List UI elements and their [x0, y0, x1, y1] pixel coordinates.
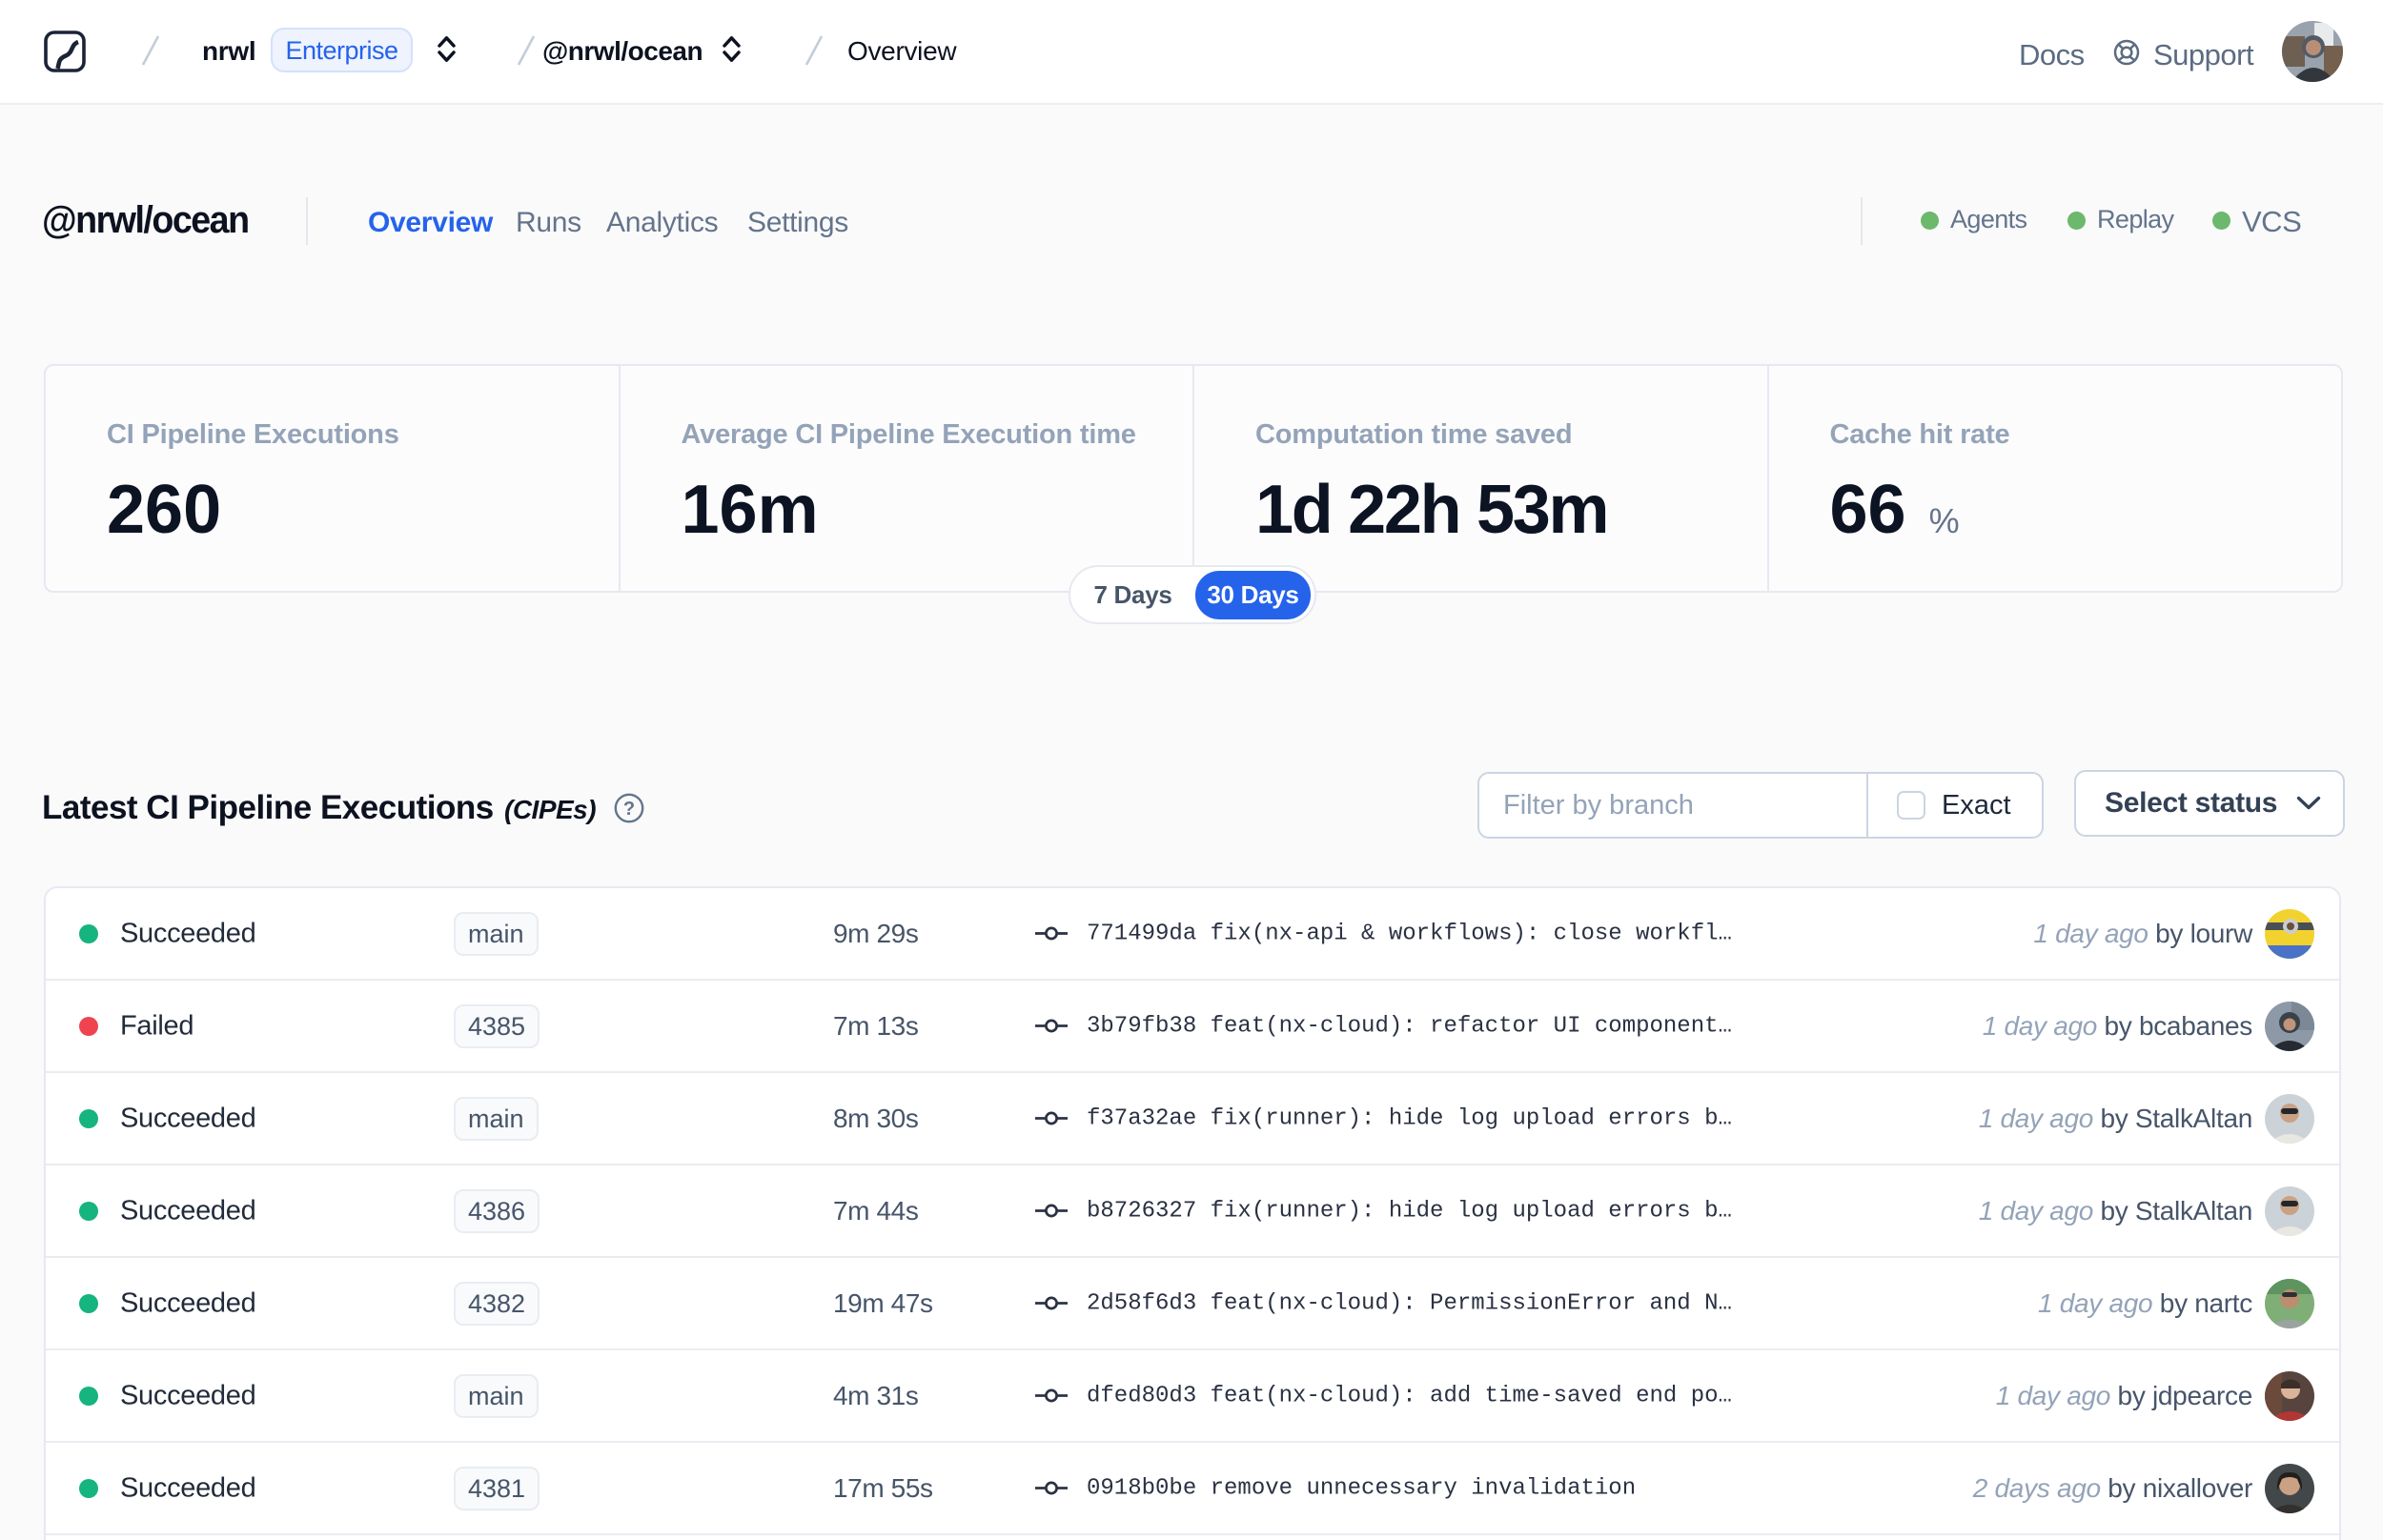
svg-text:?: ?: [623, 799, 635, 820]
